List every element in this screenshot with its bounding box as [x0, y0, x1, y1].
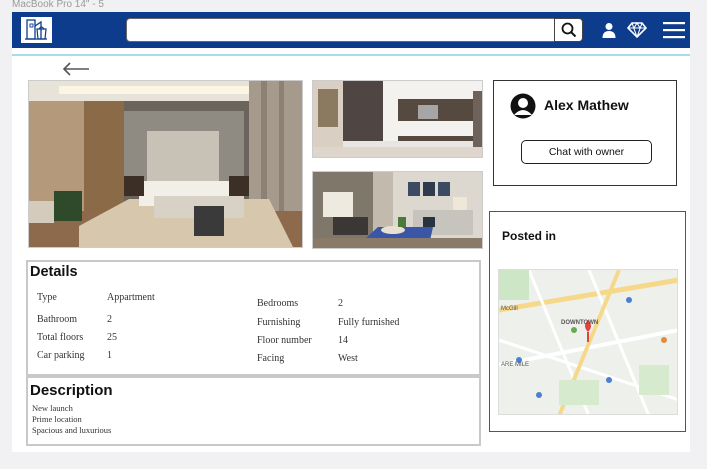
chat-with-owner-button[interactable]: Chat with owner: [521, 140, 652, 164]
detail-value: 25: [107, 332, 117, 343]
detail-label: Furnishing: [257, 317, 301, 328]
location-map[interactable]: DOWNTOWN McGill ARE MILE: [498, 269, 678, 415]
owner-card: Alex Mathew Chat with owner: [493, 80, 677, 186]
listing-page: Alex Mathew Chat with owner Posted in DO…: [12, 12, 690, 452]
map-label-mile: ARE MILE: [501, 362, 530, 368]
detail-label: Car parking: [37, 350, 85, 361]
logo-icon[interactable]: [20, 16, 53, 44]
photo-kitchen[interactable]: [312, 80, 483, 158]
frame-label: MacBook Pro 14" - 5: [12, 0, 104, 9]
avatar-icon: [510, 93, 536, 119]
detail-value: 1: [107, 350, 112, 361]
diamond-icon[interactable]: [627, 20, 647, 40]
detail-label: Bedrooms: [257, 298, 299, 309]
posted-in-title: Posted in: [502, 229, 557, 243]
description-line: Spacious and luxurious: [32, 425, 112, 435]
description-section: Description New launch Prime location Sp…: [26, 376, 481, 446]
detail-value: 2: [107, 314, 112, 325]
search-input[interactable]: [126, 18, 582, 42]
detail-label: Bathroom: [37, 314, 77, 325]
user-icon[interactable]: [599, 20, 619, 40]
detail-label: Facing: [257, 353, 285, 364]
map-label-district: DOWNTOWN: [561, 320, 599, 326]
posted-in-card: Posted in DOWNTOWN McGill ARE MILE: [489, 211, 686, 432]
detail-value: 2: [338, 298, 343, 309]
top-navbar: [12, 12, 690, 48]
detail-value: West: [338, 353, 358, 364]
search-button[interactable]: [554, 18, 583, 42]
photo-bedroom[interactable]: [28, 80, 303, 248]
description-title: Description: [30, 382, 113, 399]
photo-living-room[interactable]: [312, 171, 483, 249]
detail-label: Type: [37, 292, 57, 303]
detail-label: Total floors: [37, 332, 84, 343]
description-line: New launch: [32, 403, 73, 413]
menu-icon[interactable]: [662, 20, 686, 40]
back-arrow-icon[interactable]: [62, 62, 90, 76]
owner-name: Alex Mathew: [544, 97, 629, 113]
map-label-area: McGill: [501, 306, 518, 312]
details-section: Details Type Appartment Bathroom 2 Total…: [26, 260, 481, 376]
description-line: Prime location: [32, 414, 82, 424]
detail-value: Fully furnished: [338, 317, 400, 328]
detail-value: Appartment: [107, 292, 155, 303]
detail-label: Floor number: [257, 335, 312, 346]
search-icon: [561, 22, 576, 38]
detail-value: 14: [338, 335, 348, 346]
details-title: Details: [30, 264, 78, 280]
header-divider: [12, 54, 690, 56]
